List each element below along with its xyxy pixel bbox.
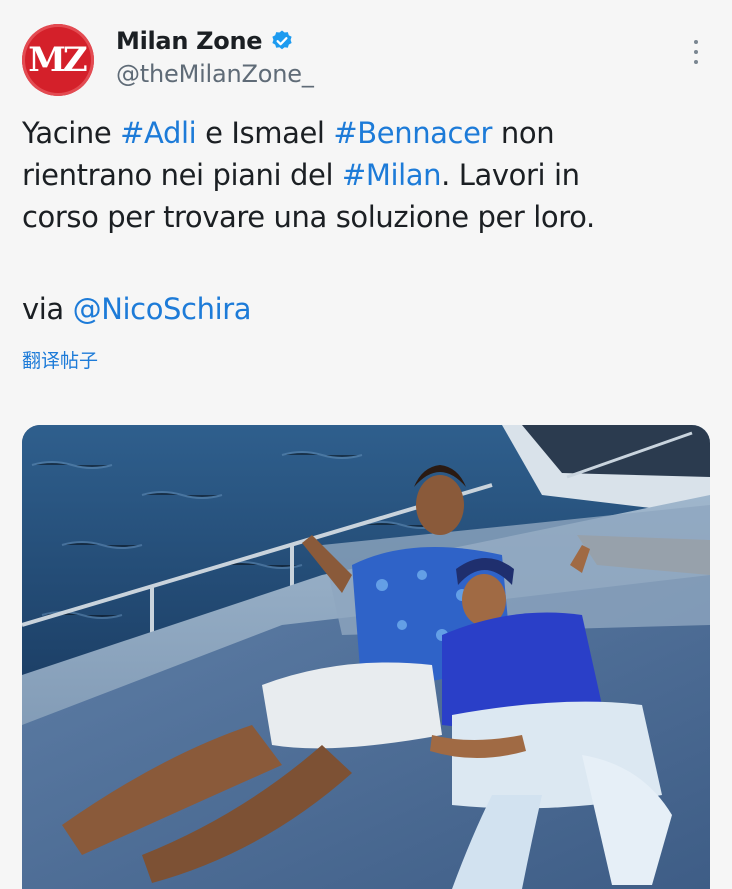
tweet-text: Yacine #Adli e Ismael #Bennacer non rien… bbox=[22, 112, 712, 238]
photo-illustration bbox=[22, 425, 710, 889]
tweet-line-3: corso per trovare una soluzione per loro… bbox=[22, 196, 712, 238]
tweet-card: MZ Milan Zone @theMilanZone_ Yacine #Adl… bbox=[0, 0, 732, 889]
via-prefix: via bbox=[22, 292, 73, 326]
verified-badge-icon bbox=[272, 30, 292, 50]
avatar[interactable]: MZ bbox=[22, 24, 94, 96]
tweet-text-segment: . Lavori in bbox=[441, 158, 580, 192]
author-name-row[interactable]: Milan Zone bbox=[116, 26, 294, 56]
mention-link[interactable]: @NicoSchira bbox=[73, 292, 252, 326]
hashtag-link[interactable]: #Bennacer bbox=[333, 116, 492, 150]
tweet-text-segment: Yacine bbox=[22, 116, 121, 150]
tweet-photo[interactable] bbox=[22, 425, 710, 889]
avatar-logo-text: MZ bbox=[28, 40, 87, 80]
more-vertical-icon[interactable] bbox=[688, 40, 704, 64]
tweet-line-2: rientrano nei piani del #Milan. Lavori i… bbox=[22, 154, 712, 196]
hashtag-link[interactable]: #Milan bbox=[342, 158, 442, 192]
hashtag-link[interactable]: #Adli bbox=[120, 116, 197, 150]
translate-post-link[interactable]: 翻译帖子 bbox=[22, 346, 98, 373]
tweet-text-segment: non bbox=[492, 116, 555, 150]
author-handle[interactable]: @theMilanZone_ bbox=[116, 60, 314, 88]
tweet-text-segment: e Ismael bbox=[196, 116, 334, 150]
display-name[interactable]: Milan Zone bbox=[116, 27, 263, 55]
tweet-line-1: Yacine #Adli e Ismael #Bennacer non bbox=[22, 112, 712, 154]
tweet-text-segment: rientrano nei piani del bbox=[22, 158, 342, 192]
via-line: via @NicoSchira bbox=[22, 288, 252, 330]
tweet-text-segment: corso per trovare una soluzione per loro… bbox=[22, 200, 595, 234]
